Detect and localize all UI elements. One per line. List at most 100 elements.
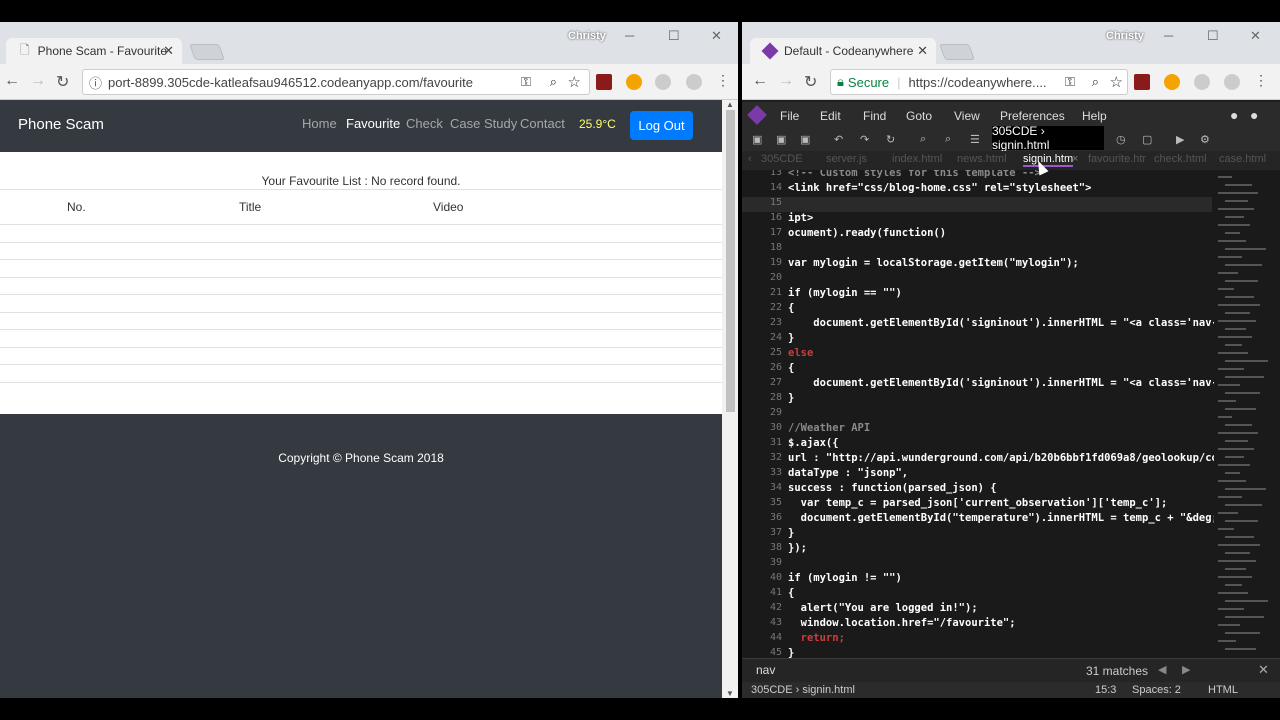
maximize-icon[interactable]: ☐ xyxy=(668,28,680,44)
close-search-icon[interactable]: ✕ xyxy=(1258,662,1269,678)
back-icon[interactable]: ← xyxy=(4,72,20,90)
minimap-line xyxy=(1225,552,1250,554)
brand[interactable]: Phone Scam xyxy=(18,116,104,133)
preview-icon[interactable]: ▢ xyxy=(1142,133,1152,146)
file-tab[interactable]: server.js xyxy=(826,153,867,165)
close-tab-icon[interactable]: ✕ xyxy=(163,43,174,59)
menu-preferences[interactable]: Preferences xyxy=(1000,109,1065,123)
extension-icon[interactable] xyxy=(1164,74,1180,90)
menu-icon[interactable]: ⋮ xyxy=(1254,72,1268,89)
next-match-icon[interactable]: ▶ xyxy=(1182,663,1190,676)
extension-icon[interactable] xyxy=(1224,74,1240,90)
code-line: document.getElementById('signinout').inn… xyxy=(788,377,1244,389)
account-icon[interactable]: ● xyxy=(1230,107,1238,123)
back-icon[interactable]: ← xyxy=(752,72,768,90)
file-tab[interactable]: index.html xyxy=(892,153,942,165)
minimap[interactable] xyxy=(1214,170,1276,658)
history-icon[interactable]: ◷ xyxy=(1116,133,1126,146)
code-line: { xyxy=(788,362,795,374)
file-tab[interactable]: ‹ xyxy=(748,153,752,165)
run-icon[interactable]: ▶ xyxy=(1176,133,1184,146)
menu-find[interactable]: Find xyxy=(863,109,886,123)
user-icon[interactable]: ● xyxy=(1250,107,1258,123)
zoom-icon[interactable]: ⌕ xyxy=(1092,74,1099,90)
key-icon[interactable]: ⚿ xyxy=(521,74,531,90)
extension-icon[interactable] xyxy=(655,74,671,90)
nav-home[interactable]: Home xyxy=(302,116,337,131)
language-mode[interactable]: HTML xyxy=(1208,684,1238,696)
nav-check[interactable]: Check xyxy=(406,116,443,131)
file-tab[interactable]: 305CDE xyxy=(761,153,803,165)
new-tab-button[interactable] xyxy=(189,44,225,60)
star-icon[interactable]: ☆ xyxy=(1110,73,1123,91)
prev-match-icon[interactable]: ◀ xyxy=(1158,663,1166,676)
code-line: //Weather API xyxy=(788,422,871,434)
menu-help[interactable]: Help xyxy=(1082,109,1107,123)
forward-icon[interactable]: → xyxy=(778,72,794,90)
menu-edit[interactable]: Edit xyxy=(820,109,841,123)
file-tab[interactable]: case.html xyxy=(1219,153,1266,165)
right-tab[interactable]: Default - Codeanywhere ✕ xyxy=(750,38,936,64)
save-icon[interactable]: ▣ xyxy=(776,133,786,146)
left-url-bar[interactable]: ⓘ port-8899.305cde-katleafsau946512.code… xyxy=(82,69,590,95)
undo-icon[interactable]: ↶ xyxy=(834,133,843,146)
settings-icon[interactable]: ⚙ xyxy=(1200,133,1210,146)
file-tab[interactable]: check.html xyxy=(1154,153,1207,165)
page-scrollbar[interactable]: ▲ ▼ xyxy=(722,100,738,698)
minimize-icon[interactable]: ─ xyxy=(625,28,634,43)
nav-contact[interactable]: Contact xyxy=(520,116,565,131)
reload-icon[interactable]: ↻ xyxy=(804,72,817,92)
scroll-down-icon[interactable]: ▼ xyxy=(726,689,734,698)
search-replace-icon[interactable]: ⌕ xyxy=(945,133,951,146)
reload-icon[interactable]: ↻ xyxy=(56,72,69,92)
minimap-line xyxy=(1225,440,1248,442)
redo-icon[interactable]: ↷ xyxy=(860,133,869,146)
menu-file[interactable]: File xyxy=(780,109,799,123)
minimap-line xyxy=(1218,576,1252,578)
format-icon[interactable]: ☰ xyxy=(970,133,980,146)
file-tab[interactable]: favourite.htr xyxy=(1088,153,1146,165)
menu-goto[interactable]: Goto xyxy=(906,109,932,123)
zoom-icon[interactable]: ⌕ xyxy=(550,74,557,90)
minimap-line xyxy=(1225,504,1262,506)
close-window-icon[interactable]: ✕ xyxy=(1250,28,1261,44)
close-window-icon[interactable]: ✕ xyxy=(711,28,722,44)
file-tab-active[interactable]: signin.htm xyxy=(1023,153,1074,167)
star-icon[interactable]: ☆ xyxy=(568,73,581,91)
refresh-icon[interactable]: ↻ xyxy=(886,133,895,146)
left-tab[interactable]: 🗋 Phone Scam - Favourite ✕ xyxy=(6,38,182,64)
code-editor[interactable]: 13 <!-- Custom styles for this template -… xyxy=(742,170,1280,658)
line-number: 43 xyxy=(769,617,782,628)
right-url-bar[interactable]: 🔒︎ Secure | https://codeanywhere.... ⚿ ⌕… xyxy=(830,69,1128,95)
close-file-icon[interactable]: × xyxy=(1072,153,1078,165)
extension-icon[interactable] xyxy=(1134,74,1150,90)
minimap-line xyxy=(1225,296,1254,298)
new-tab-button[interactable] xyxy=(939,44,975,60)
extension-icon[interactable] xyxy=(626,74,642,90)
menu-icon[interactable]: ⋮ xyxy=(716,72,730,89)
search-icon[interactable]: ⌕ xyxy=(920,133,926,146)
scroll-up-icon[interactable]: ▲ xyxy=(726,100,734,109)
nav-favourite[interactable]: Favourite xyxy=(346,116,400,131)
file-tab[interactable]: news.html xyxy=(957,153,1007,165)
extension-icon[interactable] xyxy=(596,74,612,90)
codeanywhere-logo-icon[interactable] xyxy=(747,105,767,125)
close-tab-icon[interactable]: ✕ xyxy=(917,43,928,59)
logout-button[interactable]: Log Out xyxy=(630,111,693,140)
indent-setting[interactable]: Spaces: 2 xyxy=(1132,684,1181,696)
menu-view[interactable]: View xyxy=(954,109,980,123)
scrollbar-thumb[interactable] xyxy=(726,110,735,412)
nav-case-study[interactable]: Case Study xyxy=(450,116,517,131)
minimize-icon[interactable]: ─ xyxy=(1164,28,1173,43)
maximize-icon[interactable]: ☐ xyxy=(1207,28,1219,44)
table-row xyxy=(0,347,722,348)
forward-icon[interactable]: → xyxy=(30,72,46,90)
extension-icon[interactable] xyxy=(1194,74,1210,90)
codeanywhere-icon xyxy=(761,42,779,60)
new-file-icon[interactable]: ▣ xyxy=(752,133,762,146)
key-icon[interactable]: ⚿ xyxy=(1065,74,1075,90)
save-all-icon[interactable]: ▣ xyxy=(800,133,810,146)
search-input[interactable]: nav xyxy=(756,663,775,677)
extension-icon[interactable] xyxy=(686,74,702,90)
page-icon: 🗋 xyxy=(20,42,30,57)
